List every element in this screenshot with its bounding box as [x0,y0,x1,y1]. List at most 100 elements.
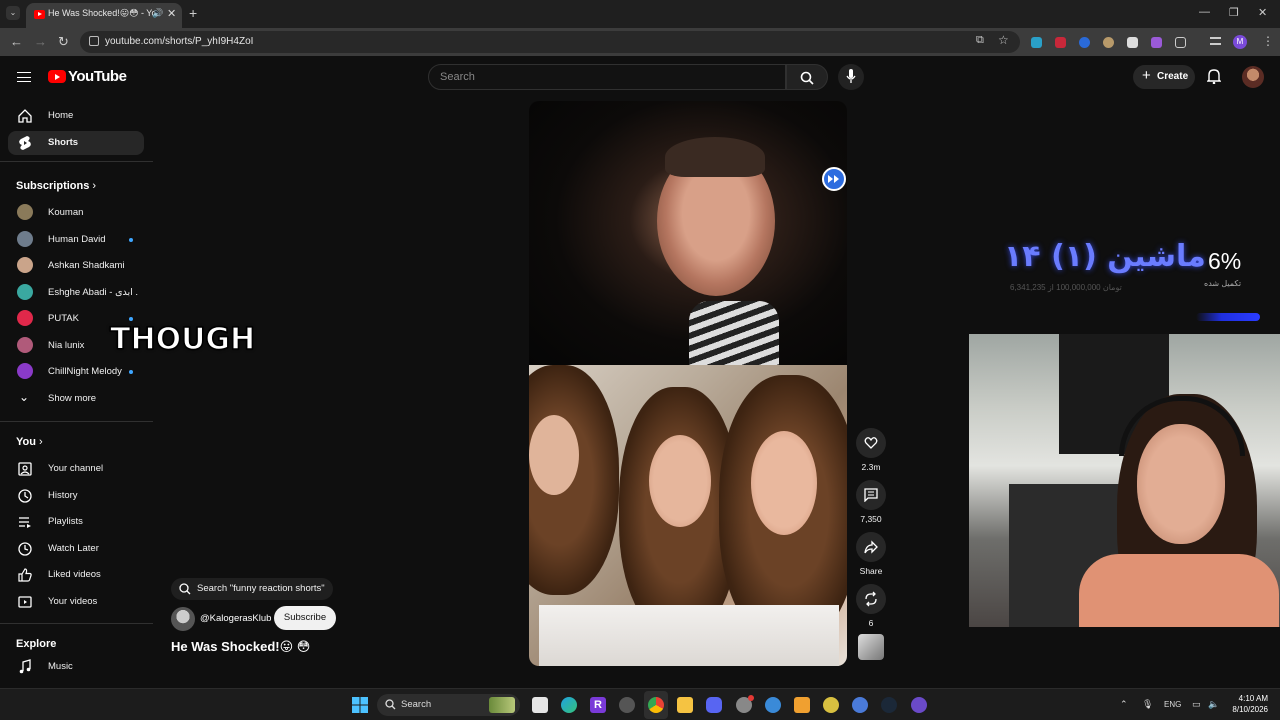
sidebar-item-ashkan-shadkami[interactable]: Ashkan Shadkami [8,254,144,278]
browser-menu-icon[interactable]: ⋮ [1262,34,1274,48]
sidebar-item-your-videos[interactable]: Your videos [8,590,144,614]
windows-taskbar: Search R ⌃ 🎙 ENG ▭ 🔈 4:10 AM 8/10/2026 [0,688,1280,720]
search-icon [179,583,191,595]
youtube-page: YouTube Search + Create Home Shorts Subs… [0,56,1280,688]
back-arrow-icon[interactable]: ← [10,34,23,49]
edge-icon[interactable] [561,697,577,713]
search-icon [800,71,814,85]
youtube-logo-icon[interactable] [48,70,66,83]
site-info-icon[interactable] [89,36,99,46]
sidebar-item-history[interactable]: History [8,484,144,508]
bookmark-star-icon[interactable]: ☆ [998,33,1009,47]
extension-3-icon[interactable] [1079,37,1090,48]
address-bar[interactable]: youtube.com/shorts/P_yhI9H4ZoI ⧉ ☆ [80,31,1020,53]
reload-icon[interactable]: ↻ [58,34,69,50]
you-heading[interactable]: You › [16,436,43,448]
subscribe-button[interactable]: Subscribe [274,606,336,630]
chrome-icon[interactable] [648,697,664,713]
new-tab-button[interactable]: + [189,5,197,21]
app-icon[interactable] [765,697,781,713]
voice-search-button[interactable] [838,64,864,90]
sidebar-item-music[interactable]: Music [8,655,144,679]
tab-audio-icon[interactable]: 🔊 [152,8,163,19]
remix-button[interactable] [856,584,886,614]
search-button[interactable] [786,64,828,90]
volume-icon[interactable]: 🔈 [1208,699,1219,710]
profile-avatar[interactable]: M [1233,35,1247,49]
tab-close-icon[interactable]: ✕ [167,7,176,20]
video-title[interactable]: He Was Shocked!😛 😳 [171,639,310,655]
explore-heading: Explore [16,638,57,650]
taskbar-search[interactable]: Search [377,694,520,716]
steam-icon[interactable] [881,697,897,713]
account-avatar[interactable] [1242,66,1264,88]
sidebar-item-kouman[interactable]: Kouman [8,201,144,225]
sidebar-item-human-david[interactable]: Human David [8,228,144,252]
search-suggestion-chip[interactable]: Search "funny reaction shorts" [171,578,333,600]
microphone-tray-icon[interactable]: 🎙 [1142,699,1153,710]
chevron-down-icon: ⌄ [19,390,30,404]
sidebar-item-eshghe-abadi[interactable]: Eshghe Abadi - ابدی ... [8,281,144,305]
discord-icon[interactable] [706,697,722,713]
extension-5-icon[interactable] [1127,37,1138,48]
task-view-icon[interactable] [532,697,548,713]
window-close-button[interactable]: ✕ [1258,6,1267,19]
r-app-icon[interactable]: R [590,697,606,713]
network-icon[interactable]: ▭ [1192,699,1201,710]
create-button[interactable]: + Create [1133,65,1195,89]
like-button[interactable] [856,428,886,458]
shorts-video-player[interactable] [529,101,847,666]
media-player-icon[interactable] [911,697,927,713]
browser-tab-active[interactable]: He Was Shocked!😛😳 - Yo 🔊 ✕ [26,3,182,28]
sidebar-item-chillnight-melody[interactable]: ChillNight Melody [8,360,144,384]
menu-hamburger-icon[interactable] [17,72,31,82]
tray-overflow-icon[interactable]: ⌃ [1120,699,1128,710]
sidebar-item-label: Your videos [48,596,98,607]
extension-6-icon[interactable] [1151,37,1162,48]
extension-2-icon[interactable] [1055,37,1066,48]
tab-search-button[interactable]: ⌄ [6,6,20,20]
extension-4-icon[interactable] [1103,37,1114,48]
sidebar-item-shorts[interactable]: Shorts [8,131,144,155]
app-icon[interactable] [823,697,839,713]
sidebar-item-watch-later[interactable]: Watch Later [8,537,144,561]
url-text[interactable]: youtube.com/shorts/P_yhI9H4ZoI [105,36,253,47]
extension-1-icon[interactable] [1031,37,1042,48]
youtube-logo-text[interactable]: YouTube [68,68,127,85]
channel-avatar [17,257,33,273]
sidebar-item-home[interactable]: Home [8,104,144,128]
sidebar-show-more[interactable]: ⌄ Show more [8,387,144,411]
notifications-bell-icon[interactable] [1207,68,1221,84]
window-restore-button[interactable]: ❐ [1229,6,1239,19]
forward-arrow-icon[interactable]: → [34,34,47,49]
app-icon[interactable] [852,697,868,713]
search-input[interactable]: Search [428,64,786,90]
sidebar-item-your-channel[interactable]: Your channel [8,457,144,481]
clock-icon [18,542,32,556]
app-icon[interactable] [619,697,635,713]
sidebar-item-label: Nia lunix [48,340,85,351]
new-content-dot [129,317,133,321]
install-app-icon[interactable]: ⧉ [976,34,984,47]
window-minimize-button[interactable]: — [1199,6,1210,18]
sidebar-item-label: Liked videos [48,569,101,580]
system-clock[interactable]: 4:10 AM 8/10/2026 [1222,693,1268,715]
browser-tab-bar: ⌄ He Was Shocked!😛😳 - Yo 🔊 ✕ + — ❐ ✕ [0,0,1280,28]
comments-button[interactable] [856,480,886,510]
file-explorer-icon[interactable] [677,697,693,713]
share-icon [864,540,878,554]
language-indicator[interactable]: ENG [1164,700,1181,709]
windows-start-icon[interactable] [352,697,368,713]
sound-thumbnail[interactable] [858,634,884,660]
skip-ad-extension-icon[interactable] [822,167,846,191]
app-icon[interactable] [794,697,810,713]
channel-avatar [17,363,33,379]
sidebar-item-liked-videos[interactable]: Liked videos [8,563,144,587]
extensions-puzzle-icon[interactable] [1175,37,1186,48]
channel-name[interactable]: @KalogerasKlub [200,613,271,624]
sidebar-item-playlists[interactable]: Playlists [8,510,144,534]
reading-list-icon[interactable] [1210,37,1221,45]
channel-avatar[interactable] [171,607,195,631]
subscriptions-heading[interactable]: Subscriptions › [16,180,96,192]
share-button[interactable] [856,532,886,562]
